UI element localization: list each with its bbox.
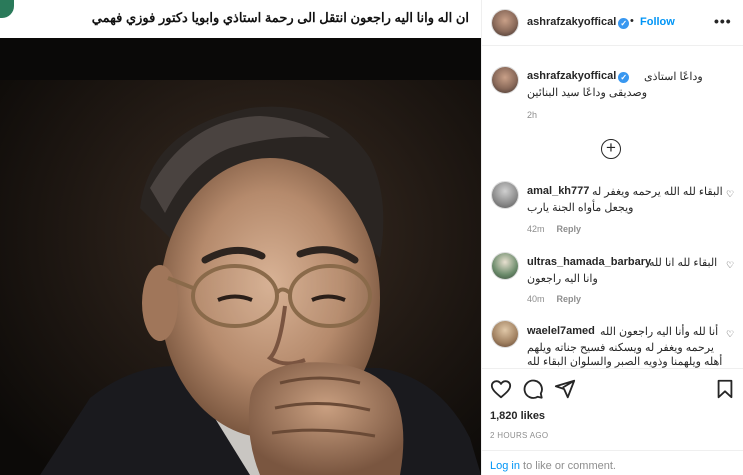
- post-header: ashrafzakyoffical ✓ • Follow •••: [482, 0, 743, 46]
- login-prompt: Log in to like or comment.: [490, 460, 616, 472]
- share-icon[interactable]: [554, 378, 576, 400]
- author-avatar[interactable]: [491, 9, 519, 37]
- post-date: 2 HOURS AGO: [490, 431, 549, 440]
- overlay-caption-band: ان اله وانا اليه راجعون انتقل الى رحمة ا…: [0, 0, 481, 38]
- comment-username[interactable]: amal_kh777: [527, 185, 589, 197]
- comment-username[interactable]: waelel7amed: [527, 325, 595, 337]
- commenter-avatar[interactable]: [491, 252, 519, 280]
- header-separator: •: [630, 15, 634, 27]
- comment-username[interactable]: ultras_hamada_barbary: [527, 256, 651, 268]
- save-icon[interactable]: [714, 378, 736, 400]
- comment-line-2: يرحمه ويغفر له ويسكنه فسيح جناته ويلهم: [527, 342, 714, 354]
- verified-badge-icon: ✓: [618, 72, 630, 83]
- comment-line-2: ويجعل مأواه الجنة يارب: [527, 202, 634, 214]
- post-photo[interactable]: [0, 38, 481, 475]
- comment-line-2: وانا اليه راجعون: [527, 273, 598, 285]
- reply-button[interactable]: Reply: [557, 224, 582, 234]
- comment-line-1: البقاء لله الله يرحمه ويغفر له: [592, 186, 723, 198]
- verified-badge-icon: ✓: [618, 18, 630, 29]
- login-prompt-rest: to like or comment.: [519, 460, 616, 472]
- overlay-caption: ان اله وانا اليه راجعون انتقل الى رحمة ا…: [91, 10, 469, 25]
- comment-line-3: أهله ويلهمنا وذويه الصبر والسلوان البقاء…: [527, 356, 723, 368]
- login-link[interactable]: Log in: [490, 460, 520, 472]
- comment-like-heart-icon[interactable]: ♡: [726, 189, 734, 200]
- caption-line-2: وصديقى وداعًا سيد البنائين: [527, 87, 648, 99]
- comment-time: 42m: [527, 224, 545, 234]
- comment-time: 40m: [527, 294, 545, 304]
- author-username[interactable]: ashrafzakyoffical ✓: [527, 16, 630, 29]
- more-options-icon[interactable]: •••: [714, 13, 732, 29]
- commenter-avatar[interactable]: [491, 181, 519, 209]
- load-more-comments-icon[interactable]: +: [601, 139, 621, 159]
- action-bar: [482, 368, 743, 406]
- caption-avatar[interactable]: [491, 66, 519, 94]
- comment-icon[interactable]: [522, 378, 544, 400]
- commenter-avatar[interactable]: [491, 320, 519, 348]
- post-sidebar: ashrafzakyoffical ✓ • Follow ••• ashrafza…: [481, 0, 743, 475]
- comment-meta: 40m Reply: [527, 294, 581, 304]
- comment-meta: 42m Reply: [527, 224, 581, 234]
- reply-button[interactable]: Reply: [557, 294, 582, 304]
- caption-line-1: وداعًا استاذى: [644, 71, 703, 83]
- comment-like-heart-icon[interactable]: ♡: [726, 260, 734, 271]
- caption-time: 2h: [527, 110, 538, 120]
- post-media: ان اله وانا اليه راجعون انتقل الى رحمة ا…: [0, 0, 481, 475]
- follow-button[interactable]: Follow: [640, 16, 675, 28]
- caption-username[interactable]: ashrafzakyoffical ✓: [527, 70, 630, 83]
- portrait-illustration: [0, 38, 481, 475]
- comment-like-heart-icon[interactable]: ♡: [726, 329, 734, 340]
- heart-icon[interactable]: [490, 378, 512, 400]
- channel-logo: [0, 0, 14, 18]
- likes-count[interactable]: 1,820 likes: [490, 410, 545, 422]
- comment-line-1: البقاء لله انا لله: [649, 257, 718, 269]
- comment-line-1: أنا لله وأنا اليه راجعون الله: [600, 326, 719, 338]
- login-bar: Log in to like or comment.: [482, 450, 743, 475]
